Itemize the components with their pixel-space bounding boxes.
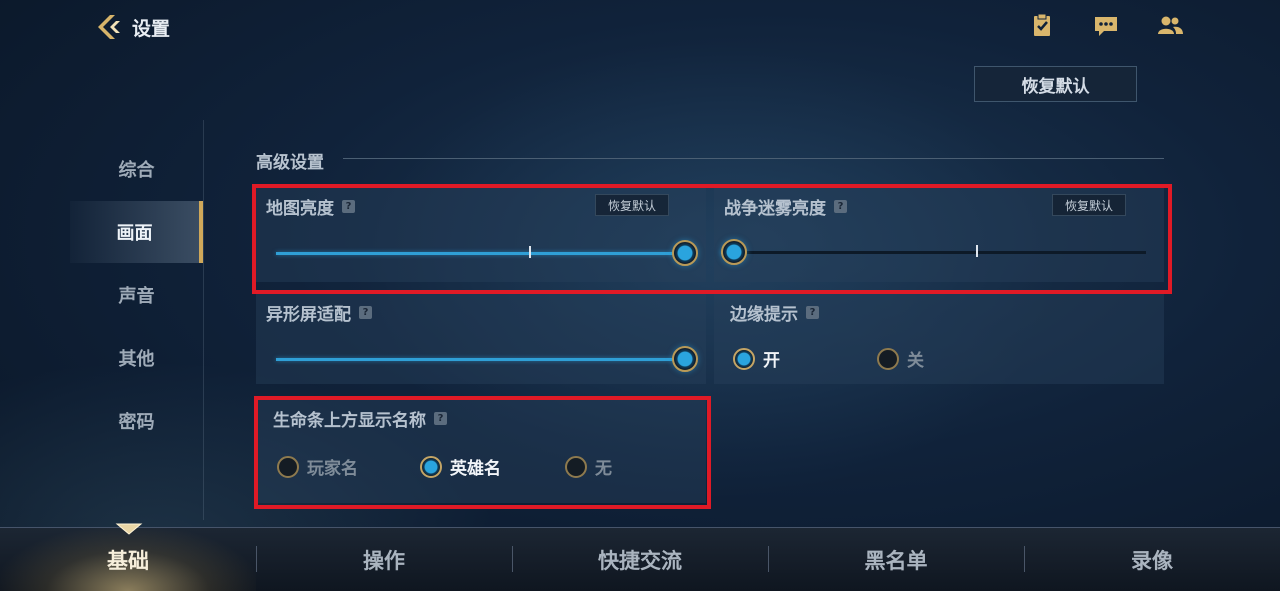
- help-icon[interactable]: ?: [806, 306, 819, 319]
- tab-replay[interactable]: 录像: [1024, 528, 1280, 591]
- sidebar-item-sound[interactable]: 声音: [70, 264, 203, 326]
- chat-icon[interactable]: [1092, 12, 1120, 40]
- tab-blacklist[interactable]: 黑名单: [768, 528, 1024, 591]
- section-title: 高级设置: [256, 153, 324, 173]
- help-icon[interactable]: ?: [434, 412, 447, 425]
- slider-fill: [276, 358, 685, 361]
- notch-adapt-slider[interactable]: [276, 346, 698, 372]
- radio-label: 开: [763, 351, 780, 371]
- help-icon[interactable]: ?: [834, 200, 847, 213]
- radio-label: 英雄名: [450, 459, 501, 479]
- friends-icon[interactable]: [1156, 12, 1184, 40]
- help-icon[interactable]: ?: [342, 200, 355, 213]
- map-brightness-slider[interactable]: [276, 240, 698, 266]
- sidebar-item-general[interactable]: 综合: [70, 138, 203, 200]
- map-brightness-reset-button[interactable]: 恢复默认: [595, 194, 670, 216]
- tab-controls[interactable]: 操作: [256, 528, 512, 591]
- slider-handle[interactable]: [721, 239, 747, 265]
- radio-label: 无: [595, 459, 612, 479]
- active-tab-caret-icon: [115, 523, 143, 535]
- name-none-radio[interactable]: 无: [565, 454, 612, 479]
- radio-indicator: [277, 455, 299, 478]
- name-player-radio[interactable]: 玩家名: [277, 454, 358, 479]
- edge-hint-label: 边缘提示: [730, 305, 798, 325]
- radio-indicator: [565, 455, 587, 478]
- map-brightness-label: 地图亮度: [266, 199, 334, 219]
- sidebar-item-display[interactable]: 画面: [70, 201, 203, 263]
- bottom-tab-bar: 基础 操作 快捷交流 黑名单 录像: [0, 527, 1280, 591]
- edge-hint-off-radio[interactable]: 关: [877, 346, 924, 371]
- map-brightness-label-group: 地图亮度 ?: [266, 194, 355, 219]
- fog-brightness-slider[interactable]: [721, 239, 1146, 265]
- notch-adapt-label: 异形屏适配: [266, 305, 351, 325]
- restore-all-defaults-button[interactable]: 恢复默认: [974, 66, 1137, 102]
- edge-hint-on-radio[interactable]: 开: [733, 346, 780, 371]
- radio-indicator: [733, 347, 755, 370]
- back-arrow-icon: [98, 15, 120, 39]
- slider-fill: [276, 252, 685, 255]
- sidebar-item-password[interactable]: 密码: [70, 390, 203, 452]
- fog-brightness-reset-button[interactable]: 恢复默认: [1052, 194, 1127, 216]
- radio-indicator: [420, 455, 442, 478]
- notch-adapt-label-group: 异形屏适配 ?: [266, 300, 372, 325]
- help-icon[interactable]: ?: [359, 306, 372, 319]
- slider-handle[interactable]: [672, 240, 698, 266]
- slider-track: [721, 251, 1146, 254]
- name-above-hp-label-group: 生命条上方显示名称 ?: [273, 406, 447, 431]
- name-hero-radio[interactable]: 英雄名: [420, 454, 501, 479]
- top-icon-group: [1028, 12, 1184, 40]
- fog-brightness-label: 战争迷雾亮度: [724, 199, 826, 219]
- radio-label: 关: [907, 351, 924, 371]
- edge-hint-label-group: 边缘提示 ?: [730, 300, 819, 325]
- slider-handle[interactable]: [672, 346, 698, 372]
- slider-default-tick: [529, 246, 532, 258]
- page-title: 设置: [132, 17, 171, 40]
- radio-label: 玩家名: [307, 459, 358, 479]
- slider-default-tick: [976, 245, 978, 257]
- task-icon[interactable]: [1028, 12, 1056, 40]
- sidebar-item-other[interactable]: 其他: [70, 327, 203, 389]
- radio-indicator: [877, 347, 899, 370]
- back-button[interactable]: 设置: [94, 12, 170, 42]
- section-divider: [343, 158, 1164, 159]
- tab-quick-chat[interactable]: 快捷交流: [512, 528, 768, 591]
- name-above-hp-label: 生命条上方显示名称: [273, 411, 426, 431]
- sidebar-divider: [203, 120, 204, 520]
- fog-brightness-label-group: 战争迷雾亮度 ?: [724, 194, 847, 219]
- tab-basic[interactable]: 基础: [0, 528, 256, 591]
